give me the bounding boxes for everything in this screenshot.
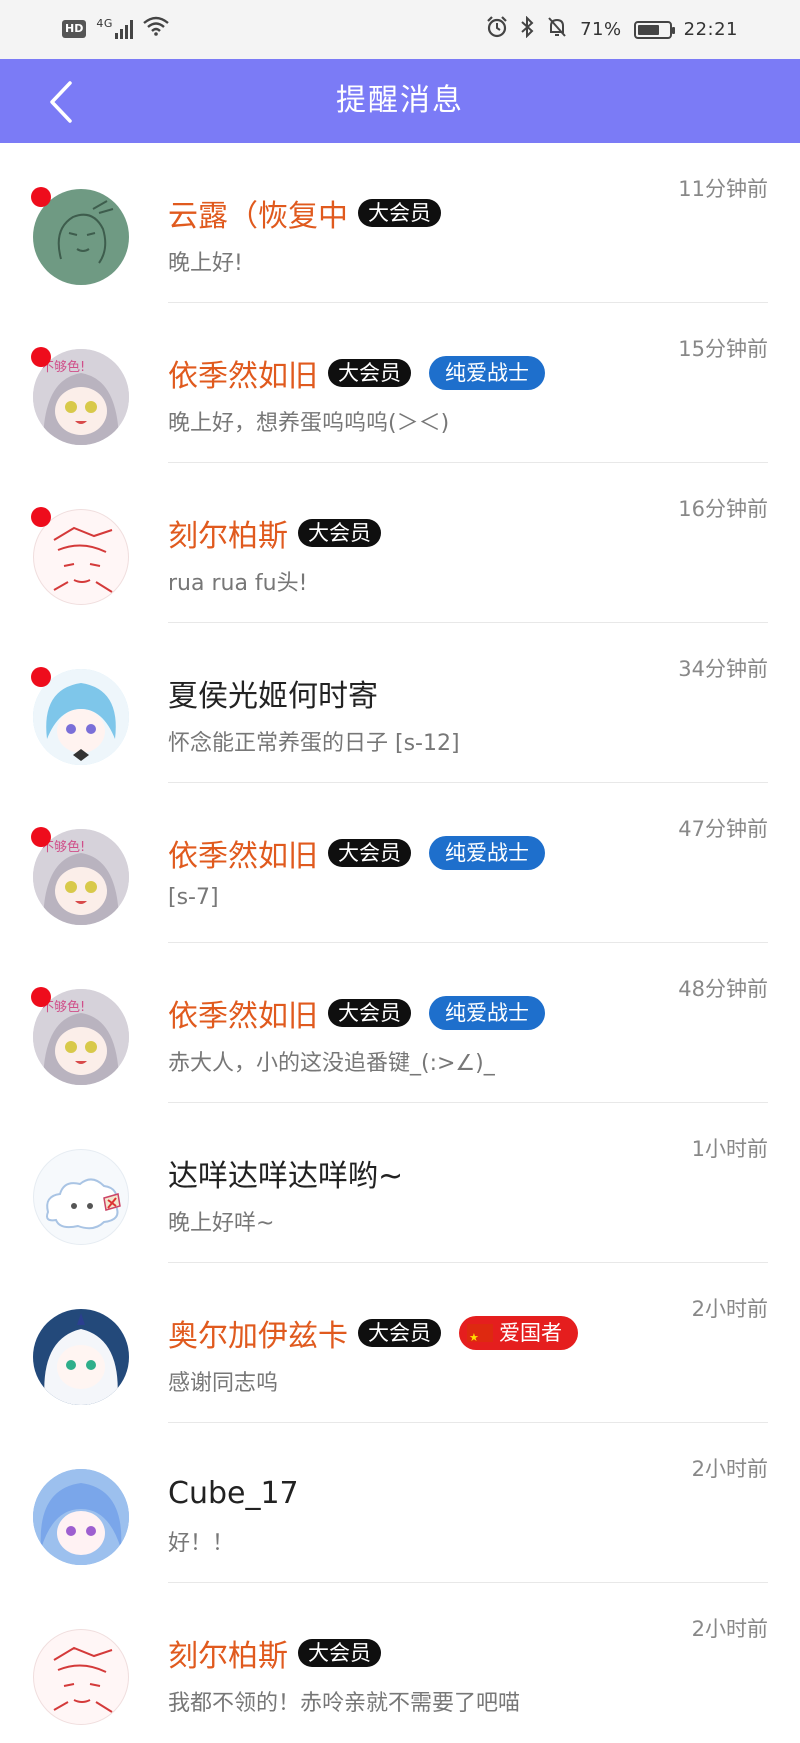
china-flag-icon — [467, 1321, 493, 1355]
timestamp: 15分钟前 — [678, 337, 768, 361]
avatar[interactable] — [33, 1309, 129, 1405]
message-list: 云露（恢复中 大会员 晚上好! 11分钟前 不够色! 依季然如旧 大会员 纯爱战… — [0, 143, 800, 1743]
list-item[interactable]: 不够色! 依季然如旧 大会员 纯爱战士 赤大人，小的这没追番键_(:>∠)_ 4… — [0, 943, 800, 1103]
sender-name[interactable]: Cube_17 — [168, 1476, 299, 1511]
message-preview: 我都不领的！赤呤亲就不需要了吧喵 — [168, 1691, 521, 1716]
list-item[interactable]: 云露（恢复中 大会员 晚上好! 11分钟前 — [0, 143, 800, 303]
message-preview: 晚上好咩~ — [168, 1211, 275, 1236]
hd-indicator: HD — [62, 19, 87, 38]
bell-off-icon — [546, 16, 568, 43]
vip-badge: 大会员 — [328, 999, 411, 1027]
message-preview: 晚上好! — [168, 251, 243, 276]
avatar[interactable] — [33, 1149, 129, 1245]
timestamp: 47分钟前 — [678, 817, 768, 841]
unread-dot — [31, 827, 51, 847]
sender-name[interactable]: 依季然如旧 — [168, 991, 318, 1035]
unread-dot — [31, 187, 51, 207]
timestamp: 34分钟前 — [678, 657, 768, 681]
unread-dot — [31, 507, 51, 527]
battery-percent: 71% — [580, 19, 622, 40]
timestamp: 48分钟前 — [678, 977, 768, 1001]
vip-badge: 大会员 — [298, 1639, 381, 1667]
message-preview: 怀念能正常养蛋的日子 [s-12] — [168, 731, 460, 756]
timestamp: 2小时前 — [691, 1297, 768, 1321]
vip-badge: 大会员 — [358, 199, 441, 227]
message-preview: [s-7] — [168, 885, 219, 910]
sender-name[interactable]: 达咩达咩达咩哟~ — [168, 1151, 403, 1195]
clock: 22:21 — [683, 19, 738, 40]
list-item[interactable]: 刻尔柏斯 大会员 rua rua fu头! 16分钟前 — [0, 463, 800, 623]
signal-icon — [114, 19, 133, 39]
title-badge: 纯爱战士 — [429, 996, 545, 1030]
wifi-icon — [143, 16, 169, 41]
title-badge: 纯爱战士 — [429, 356, 545, 390]
page-title: 提醒消息 — [336, 83, 464, 118]
avatar[interactable] — [33, 1629, 129, 1725]
battery-icon — [633, 20, 675, 39]
status-bar: HD 4G 71% 22:21 — [0, 0, 800, 59]
timestamp: 16分钟前 — [678, 497, 768, 521]
top-app-bar: 提醒消息 — [0, 59, 800, 143]
sender-name[interactable]: 依季然如旧 — [168, 351, 318, 395]
unread-dot — [31, 347, 51, 367]
message-preview: rua rua fu头! — [168, 571, 308, 596]
vip-badge: 大会员 — [328, 839, 411, 867]
vip-badge: 大会员 — [328, 359, 411, 387]
unread-dot — [31, 667, 51, 687]
message-preview: 感谢同志呜 — [168, 1371, 279, 1396]
sender-name[interactable]: 奥尔加伊兹卡 — [168, 1311, 348, 1355]
avatar[interactable] — [33, 1469, 129, 1565]
bluetooth-icon — [520, 15, 534, 43]
alarm-icon — [486, 16, 508, 43]
sender-name[interactable]: 云露（恢复中 — [168, 191, 348, 235]
timestamp: 11分钟前 — [678, 177, 768, 201]
timestamp: 2小时前 — [691, 1617, 768, 1641]
message-preview: 赤大人，小的这没追番键_(:>∠)_ — [168, 1051, 495, 1076]
patriot-badge: 爱国者 — [459, 1316, 578, 1355]
list-item[interactable]: 不够色! 依季然如旧 大会员 纯爱战士 晚上好，想养蛋呜呜呜(＞＜) 15分钟前 — [0, 303, 800, 463]
list-item[interactable]: 夏侯光姬何时寄 怀念能正常养蛋的日子 [s-12] 34分钟前 — [0, 623, 800, 783]
list-item[interactable]: Cube_17 好！！ 2小时前 — [0, 1423, 800, 1583]
timestamp: 2小时前 — [691, 1457, 768, 1481]
list-item[interactable]: 奥尔加伊兹卡 大会员 爱国者 感谢同志呜 2小时前 — [0, 1263, 800, 1423]
network-type: 4G — [96, 17, 113, 30]
list-item[interactable]: 刻尔柏斯 大会员 我都不领的！赤呤亲就不需要了吧喵 2小时前 — [0, 1583, 800, 1743]
patriot-badge-label: 爱国者 — [499, 1321, 562, 1345]
list-item[interactable]: 达咩达咩达咩哟~ 晚上好咩~ 1小时前 — [0, 1103, 800, 1263]
sender-name[interactable]: 刻尔柏斯 — [168, 1631, 288, 1675]
vip-badge: 大会员 — [298, 519, 381, 547]
sender-name[interactable]: 夏侯光姬何时寄 — [168, 671, 378, 715]
message-preview: 好！！ — [168, 1531, 235, 1556]
sender-name[interactable]: 依季然如旧 — [168, 831, 318, 875]
battery-fill — [637, 24, 659, 35]
sender-name[interactable]: 刻尔柏斯 — [168, 511, 288, 555]
unread-dot — [31, 987, 51, 1007]
timestamp: 1小时前 — [691, 1137, 768, 1161]
message-preview: 晚上好，想养蛋呜呜呜(＞＜) — [168, 411, 450, 436]
vip-badge: 大会员 — [358, 1319, 441, 1347]
title-badge: 纯爱战士 — [429, 836, 545, 870]
list-item[interactable]: 不够色! 依季然如旧 大会员 纯爱战士 [s-7] 47分钟前 — [0, 783, 800, 943]
